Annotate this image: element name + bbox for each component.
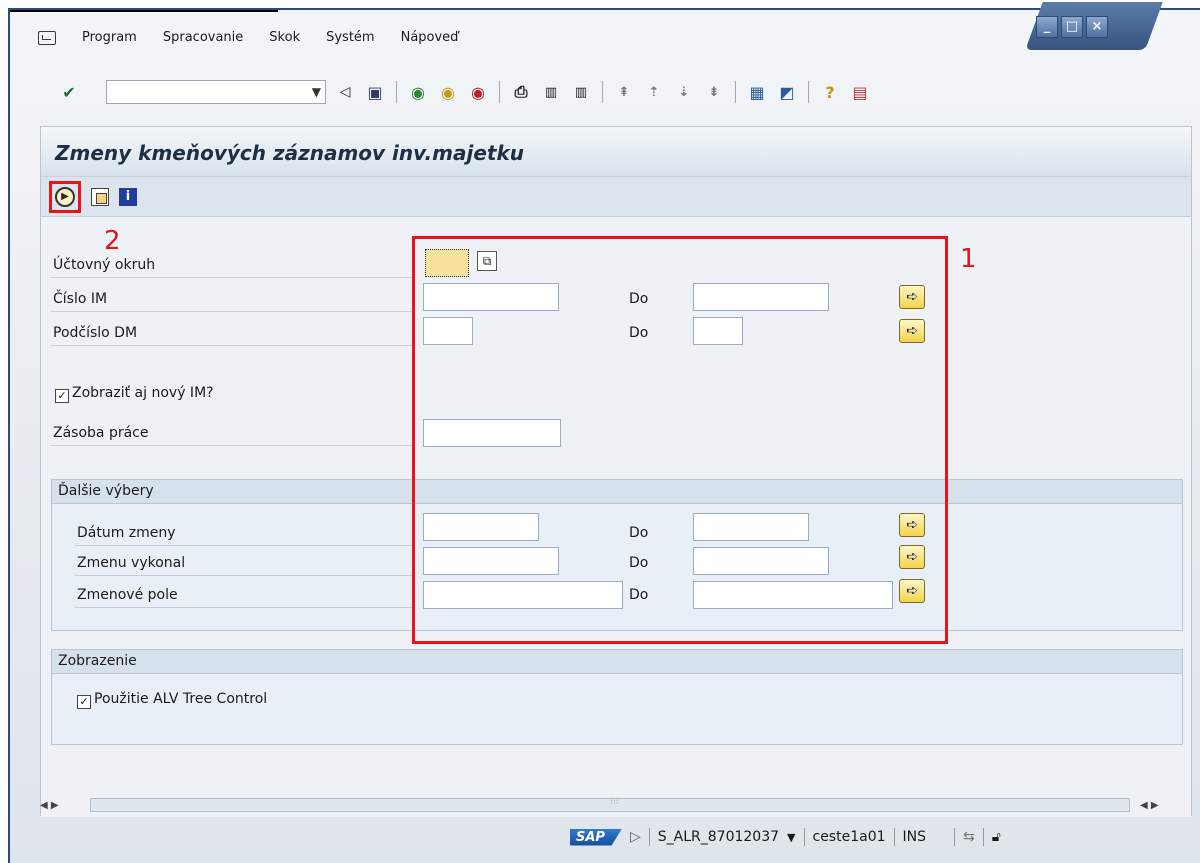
shortcut-icon[interactable]: ◩ <box>776 81 798 103</box>
back-icon[interactable]: ◉ <box>407 81 429 103</box>
first-page-icon[interactable]: ⇞ <box>613 81 635 103</box>
horizontal-scrollbar[interactable]: ◀ ▶ ⁝⁝⁝ ◀ ▶ <box>40 796 1180 814</box>
changed-field-label: Zmenové pole <box>77 587 178 603</box>
page-title: Zmeny kmeňových záznamov inv.majetku <box>55 141 525 165</box>
divider <box>75 607 413 608</box>
subnumber-label: Podčíslo DM <box>53 325 138 341</box>
menu-napoved[interactable]: Nápoveď <box>401 30 459 45</box>
next-page-icon[interactable]: ⇣ <box>673 81 695 103</box>
layout-menu-icon[interactable]: ▤ <box>849 81 871 103</box>
separator <box>396 81 397 103</box>
server-name: ceste1a01 <box>812 829 886 845</box>
execute-button[interactable]: ▶ <box>49 180 81 213</box>
insert-mode: INS <box>902 829 927 845</box>
connection-icon[interactable]: ⇆ <box>963 829 975 845</box>
menu-toggle-icon[interactable] <box>38 30 56 45</box>
transaction-code: S_ALR_87012037 <box>657 829 780 845</box>
menu-skok[interactable]: Skok <box>269 30 300 45</box>
annotation-box-1 <box>412 236 948 644</box>
status-bar: SAP ▷ S_ALR_87012037 ▼ ceste1a01 INS ⇆ 🔓… <box>570 828 1001 846</box>
menu-system[interactable]: Systém <box>326 30 374 45</box>
separator <box>499 81 500 103</box>
standard-toolbar: ✔ ▼ ◁ ▣ ◉ ◉ ◉ ⎙ ▥ ▥ ⇞ ⇡ ⇣ ⇟ ▦ ◩ ? ▤ <box>58 80 871 104</box>
enter-check-icon[interactable]: ✔ <box>58 81 80 103</box>
scroll-track[interactable]: ⁝⁝⁝ <box>90 797 1130 812</box>
display-title: Zobrazenie <box>52 650 1182 674</box>
divider <box>51 445 413 446</box>
chevron-down-icon[interactable]: ▼ <box>312 85 321 99</box>
info-icon[interactable]: i <box>117 186 139 208</box>
previous-page-icon[interactable]: ⇡ <box>643 81 665 103</box>
separator <box>982 828 984 846</box>
separator <box>735 81 736 103</box>
show-new-label: Zobraziť aj nový IM? <box>72 385 214 401</box>
create-session-icon[interactable]: ▦ <box>746 81 768 103</box>
separator <box>803 828 805 846</box>
asset-number-label: Číslo IM <box>53 291 108 307</box>
save-icon[interactable]: ▣ <box>364 81 386 103</box>
application-toolbar: ▶ i <box>41 177 1191 217</box>
close-button[interactable]: × <box>1086 16 1108 38</box>
separator <box>602 81 603 103</box>
separator <box>648 828 650 846</box>
annotation-number-2: 2 <box>104 226 121 256</box>
title-bar: Zmeny kmeňových záznamov inv.majetku <box>41 127 1191 177</box>
help-icon[interactable]: ? <box>819 81 841 103</box>
lock-icon[interactable]: 🔓︎ <box>992 829 1001 845</box>
worklist-label: Zásoba práce <box>53 425 149 441</box>
divider <box>51 345 413 346</box>
menu-program[interactable]: Program <box>82 30 137 45</box>
scroll-left-right-icon[interactable]: ◀ ▶ <box>40 800 80 811</box>
separator <box>954 828 956 846</box>
show-new-checkbox[interactable]: ✓ Zobraziť aj nový IM? <box>55 385 214 403</box>
change-date-label: Dátum zmeny <box>77 525 176 541</box>
checkbox-checked-icon[interactable]: ✓ <box>55 389 69 403</box>
chevron-down-icon[interactable]: ▼ <box>787 831 795 844</box>
divider <box>75 575 413 576</box>
divider <box>51 277 413 278</box>
print-icon[interactable]: ⎙ <box>510 81 532 103</box>
checkbox-checked-icon[interactable]: ✓ <box>77 695 91 709</box>
alv-tree-checkbox[interactable]: ✓ Použitie ALV Tree Control <box>77 691 267 709</box>
menu-bar: Program Spracovanie Skok Systém Nápoveď <box>38 30 458 45</box>
separator <box>893 828 895 846</box>
play-icon[interactable]: ▷ <box>630 829 641 845</box>
command-field[interactable]: ▼ <box>106 80 326 104</box>
divider <box>75 545 413 546</box>
execute-clock-icon: ▶ <box>55 186 75 207</box>
menu-spracovanie[interactable]: Spracovanie <box>163 30 243 45</box>
sap-logo: SAP <box>570 828 622 846</box>
last-page-icon[interactable]: ⇟ <box>703 81 725 103</box>
top-strip <box>10 10 278 16</box>
alv-tree-label: Použitie ALV Tree Control <box>94 691 268 707</box>
scroll-left-right-icon[interactable]: ◀ ▶ <box>1140 800 1180 811</box>
find-icon[interactable]: ▥ <box>540 81 562 103</box>
separator <box>808 81 809 103</box>
changed-by-label: Zmenu vykonal <box>77 555 186 571</box>
annotation-number-1: 1 <box>960 244 977 274</box>
divider <box>51 311 413 312</box>
get-variant-icon[interactable] <box>89 186 111 208</box>
window-controls: _ □ × <box>1036 16 1108 38</box>
minimize-button[interactable]: _ <box>1036 16 1058 38</box>
company-code-label: Účtovný okruh <box>53 257 156 273</box>
cancel-icon[interactable]: ◉ <box>467 81 489 103</box>
exit-icon[interactable]: ◉ <box>437 81 459 103</box>
maximize-button[interactable]: □ <box>1061 16 1083 38</box>
back-arrow-icon[interactable]: ◁ <box>334 81 356 103</box>
find-next-icon[interactable]: ▥ <box>570 81 592 103</box>
scroll-grip-icon[interactable]: ⁝⁝⁝ <box>610 797 619 807</box>
